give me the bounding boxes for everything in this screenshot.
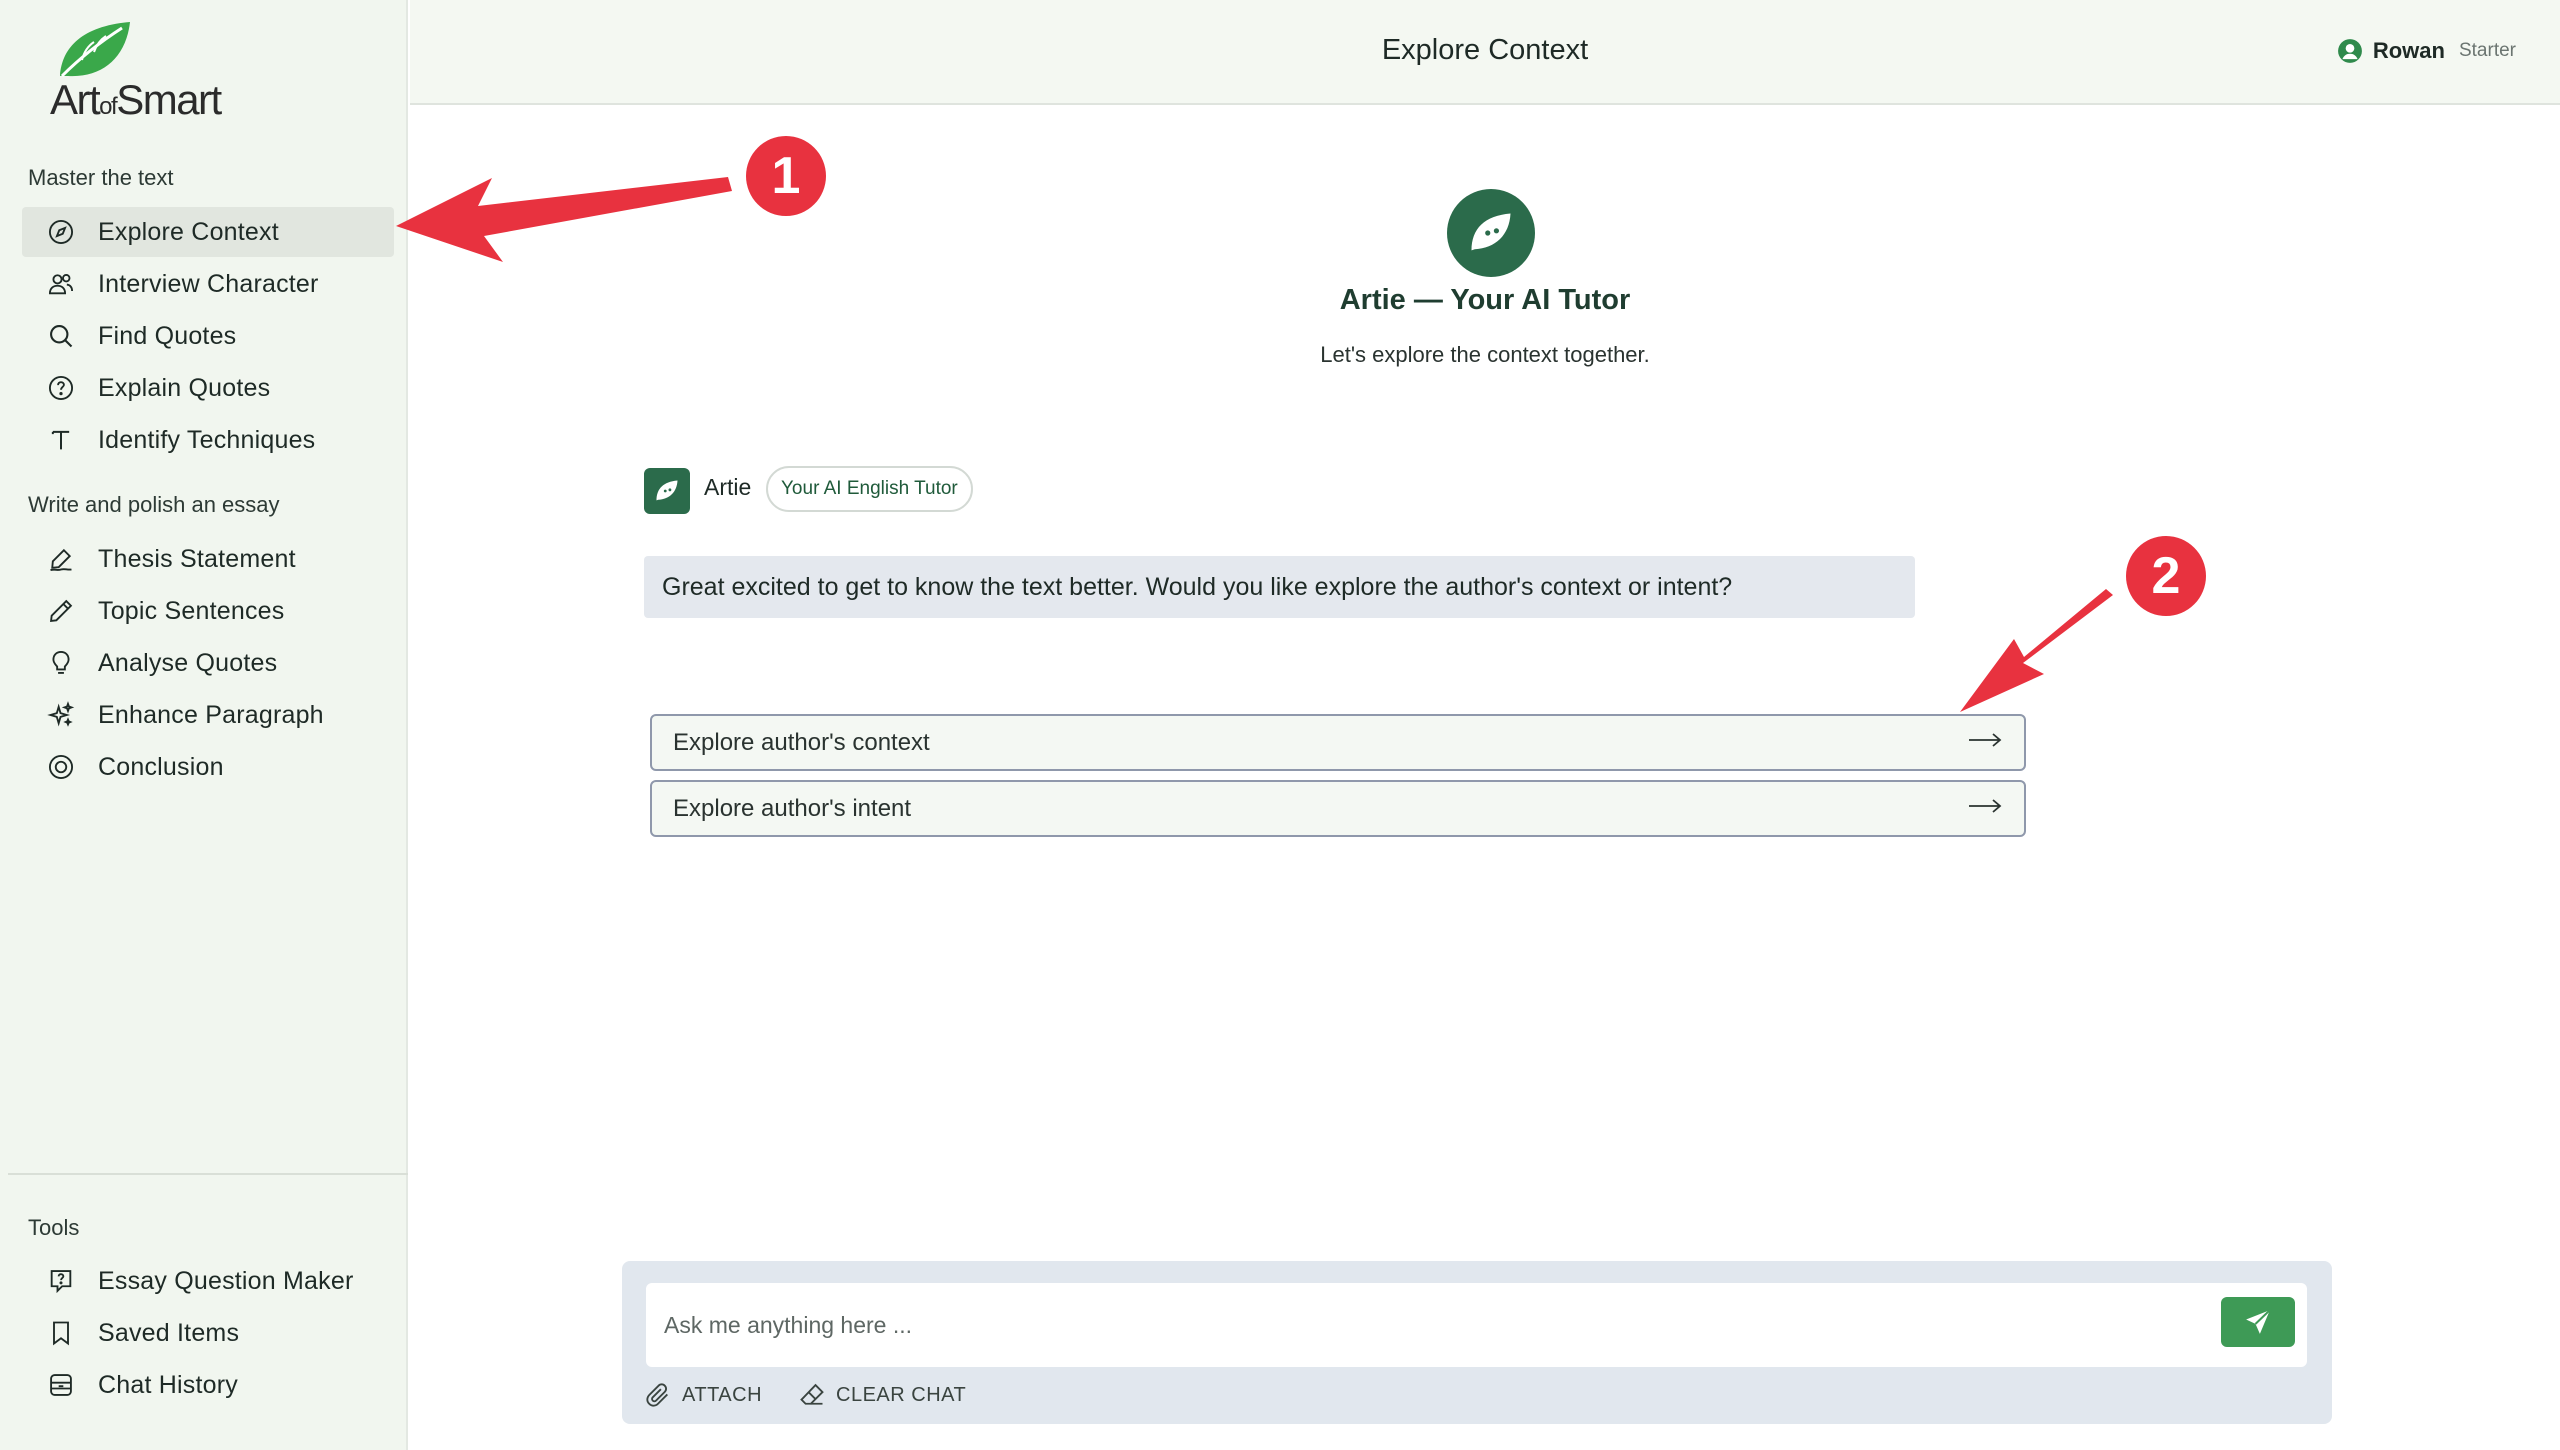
tutor-avatar	[1447, 189, 1535, 277]
sidebar-item-label: Find Quotes	[98, 321, 237, 350]
attach-label: ATTACH	[682, 1383, 763, 1406]
tutor-title: Artie — Your AI Tutor	[1339, 284, 1631, 316]
compass-icon	[46, 217, 76, 247]
send-button[interactable]	[2221, 1297, 2295, 1347]
sidebar-item-label: Essay Question Maker	[98, 1266, 354, 1295]
chat-composer: ATTACH CLEAR CHAT	[622, 1261, 2332, 1424]
section-title-master: Master the text	[28, 165, 174, 190]
users-icon	[46, 269, 76, 299]
sidebar-item-saved-items[interactable]: Saved Items	[22, 1308, 394, 1358]
sidebar-item-conclusion[interactable]: Conclusion	[22, 742, 394, 792]
paperclip-icon	[646, 1383, 668, 1407]
eraser-icon	[800, 1383, 824, 1405]
sidebar: ArtofSmart Master the text Explore Conte…	[0, 0, 408, 1450]
input-container	[646, 1283, 2307, 1367]
sidebar-item-analyse-quotes[interactable]: Analyse Quotes	[22, 638, 394, 688]
logo-wordmark: ArtofSmart	[50, 76, 222, 123]
app-logo[interactable]: ArtofSmart	[48, 14, 238, 123]
sidebar-item-explore-context[interactable]: Explore Context	[22, 207, 394, 257]
annotation-callout-2: 2	[2126, 536, 2206, 616]
sidebar-item-label: Conclusion	[98, 752, 224, 781]
user-avatar-icon	[2337, 39, 2362, 63]
sidebar-item-identify-techniques[interactable]: Identify Techniques	[22, 415, 394, 465]
sidebar-item-label: Explain Quotes	[98, 373, 271, 402]
sidebar-item-enhance-paragraph[interactable]: Enhance Paragraph	[22, 690, 394, 740]
option-explore-context[interactable]: Explore author's context	[650, 714, 2026, 771]
question-circle-icon	[46, 373, 76, 403]
section-title-tools: Tools	[28, 1215, 80, 1240]
message-sender: Artie	[704, 474, 752, 500]
sidebar-item-label: Interview Character	[98, 269, 319, 298]
clear-chat-button[interactable]: CLEAR CHAT	[798, 1381, 966, 1409]
sidebar-item-chat-history[interactable]: Chat History	[22, 1360, 394, 1410]
sidebar-item-label: Enhance Paragraph	[98, 700, 324, 729]
tutor-subtitle: Let's explore the context together.	[1320, 342, 1650, 367]
attach-button[interactable]: ATTACH	[644, 1381, 762, 1409]
pencil-icon	[46, 596, 76, 626]
chat-message: Great excited to get to know the text be…	[644, 556, 1915, 618]
lightbulb-icon	[46, 648, 76, 678]
option-explore-intent[interactable]: Explore author's intent	[650, 780, 2026, 837]
leaf-chat-icon	[656, 480, 678, 501]
target-icon	[46, 752, 76, 782]
option-label: Explore author's intent	[673, 794, 912, 822]
sidebar-item-label: Analyse Quotes	[98, 648, 278, 677]
section-title-write: Write and polish an essay	[28, 492, 280, 517]
sidebar-item-label: Topic Sentences	[98, 596, 285, 625]
arrow-right-icon	[1968, 798, 2002, 819]
search-icon	[46, 321, 76, 351]
tools-divider	[8, 1173, 408, 1175]
type-icon	[46, 425, 76, 455]
sidebar-item-interview-character[interactable]: Interview Character	[22, 259, 394, 309]
plan-badge: Starter	[2458, 40, 2516, 61]
page-title: Explore Context	[1381, 34, 1589, 66]
top-bar: Explore Context Rowan Starter	[410, 0, 2560, 105]
option-label: Explore author's context	[673, 728, 930, 756]
sender-badge: Your AI English Tutor	[766, 466, 973, 512]
user-name: Rowan	[2372, 38, 2445, 63]
chat-input[interactable]	[664, 1283, 2194, 1367]
annotation-callout-1: 1	[746, 136, 826, 216]
message-question-icon	[46, 1266, 76, 1296]
sidebar-item-label: Explore Context	[98, 217, 279, 246]
leaf-icon	[60, 22, 130, 78]
sidebar-item-label: Chat History	[98, 1370, 238, 1399]
bookmark-icon	[46, 1318, 76, 1348]
sidebar-item-label: Identify Techniques	[98, 425, 316, 454]
signature-icon	[46, 544, 76, 574]
sparkles-icon	[46, 700, 76, 730]
sidebar-item-topic-sentences[interactable]: Topic Sentences	[22, 586, 394, 636]
archive-icon	[46, 1370, 76, 1400]
clear-chat-label: CLEAR CHAT	[836, 1383, 967, 1406]
leaf-chat-icon	[1471, 213, 1511, 251]
annotation-arrow-2	[1960, 589, 2113, 712]
send-icon	[2246, 1309, 2271, 1334]
sidebar-item-find-quotes[interactable]: Find Quotes	[22, 311, 394, 361]
arrow-right-icon	[1968, 732, 2002, 753]
sidebar-item-label: Thesis Statement	[98, 544, 296, 573]
message-avatar	[644, 468, 690, 514]
user-menu[interactable]: Rowan Starter	[2337, 38, 2516, 64]
annotation-arrow-1	[396, 177, 732, 262]
sidebar-item-thesis-statement[interactable]: Thesis Statement	[22, 534, 394, 584]
sidebar-item-explain-quotes[interactable]: Explain Quotes	[22, 363, 394, 413]
sidebar-item-label: Saved Items	[98, 1318, 240, 1347]
sidebar-item-essay-question-maker[interactable]: Essay Question Maker	[22, 1256, 394, 1306]
